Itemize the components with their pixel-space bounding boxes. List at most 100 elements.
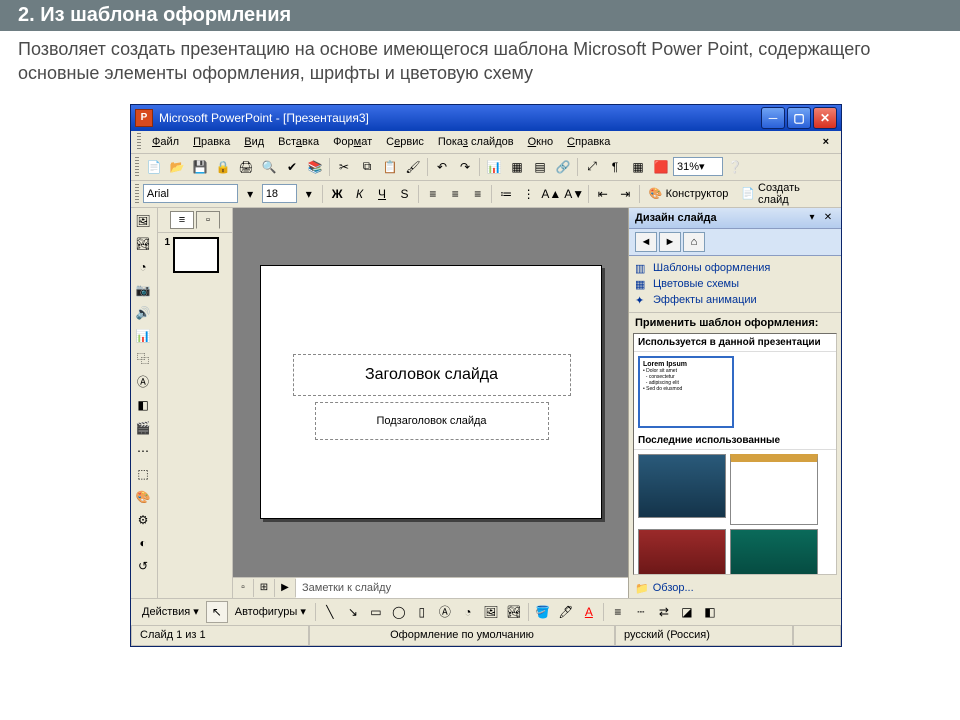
textbox-icon[interactable]: ▯ [411,601,433,623]
grip-handle[interactable] [135,184,139,204]
picture-icon[interactable]: 🏞 [503,601,525,623]
zoom-input[interactable]: 31% ▾ [673,157,723,176]
slide-thumbnail[interactable] [173,237,219,273]
bold-button[interactable]: Ж [326,183,347,205]
browse-link[interactable]: 📁 Обзор... [629,579,841,598]
insert-chart-icon[interactable]: 📊 [132,325,154,347]
notes-pane[interactable]: Заметки к слайду [296,578,628,598]
redo-icon[interactable]: ↷ [454,156,476,178]
italic-button[interactable]: К [349,183,370,205]
bullets-icon[interactable]: ⋮ [518,183,539,205]
grip-handle[interactable] [135,157,139,177]
link-animation[interactable]: ✦Эффекты анимации [635,292,835,308]
status-language[interactable]: русский (Россия) [615,626,793,646]
expand-icon[interactable]: ⤢ [581,156,603,178]
rectangle-icon[interactable]: ▭ [365,601,387,623]
template-thumb-current[interactable]: Lorem Ipsum• Dolor sit amet - consectetu… [638,356,734,428]
title-placeholder[interactable]: Заголовок слайда [293,354,571,396]
transparent-icon[interactable]: ◐ [132,532,154,554]
maximize-button[interactable]: ▢ [787,107,811,129]
compress-icon[interactable]: ⬚ [132,463,154,485]
grid-icon[interactable]: ▦ [627,156,649,178]
line-style-icon[interactable]: ≡ [607,601,629,623]
oval-icon[interactable]: ◯ [388,601,410,623]
new-slide-button[interactable]: 📄 Создать слайд [735,183,837,205]
hyperlink-icon[interactable]: 🔗 [552,156,574,178]
preview-icon[interactable]: 🔍 [258,156,280,178]
increase-indent-icon[interactable]: ⇥ [615,183,636,205]
insert-scan-icon[interactable]: 📷 [132,279,154,301]
link-color-schemes[interactable]: ▦Цветовые схемы [635,276,835,292]
shadow-button[interactable]: S [394,183,415,205]
numbering-icon[interactable]: ≔ [495,183,516,205]
slide-canvas[interactable]: Заголовок слайда Подзаголовок слайда [260,265,602,519]
clipart-icon[interactable]: 🖼 [480,601,502,623]
menu-help[interactable]: Справка [560,134,617,150]
arrow-style-icon[interactable]: ⇄ [653,601,675,623]
tables-borders-icon[interactable]: ▤ [529,156,551,178]
chart-icon[interactable]: 📊 [483,156,505,178]
close-button[interactable]: ✕ [813,107,837,129]
menu-tools[interactable]: Сервис [379,134,431,150]
line-color-icon[interactable]: 🖊 [555,601,577,623]
recolor-icon[interactable]: 🎨 [132,486,154,508]
align-left-icon[interactable]: ≡ [422,183,443,205]
titlebar[interactable]: P Microsoft PowerPoint - [Презентация3] … [131,105,841,131]
insert-clipart-icon[interactable]: 🖼 [132,210,154,232]
decrease-font-icon[interactable]: A▼ [563,183,585,205]
insert-diagram-icon[interactable]: ◔ [132,256,154,278]
shadow-style-icon[interactable]: ◪ [676,601,698,623]
template-thumb[interactable] [638,454,726,518]
3d-style-icon[interactable]: ◧ [699,601,721,623]
menu-view[interactable]: Вид [237,134,271,150]
decrease-indent-icon[interactable]: ⇤ [592,183,613,205]
permission-icon[interactable]: 🔒 [212,156,234,178]
align-center-icon[interactable]: ≡ [445,183,466,205]
research-icon[interactable]: 📚 [304,156,326,178]
open-icon[interactable]: 📂 [166,156,188,178]
menu-window[interactable]: Окно [521,134,561,150]
font-selector[interactable]: Arial [143,184,238,203]
home-icon[interactable]: ⌂ [683,232,705,252]
slide-canvas-area[interactable]: Заголовок слайда Подзаголовок слайда [233,208,628,577]
wordart-icon[interactable]: Ⓐ [434,601,456,623]
undo-icon[interactable]: ↶ [431,156,453,178]
fill-color-icon[interactable]: 🪣 [532,601,554,623]
insert-orgchart-icon[interactable]: ⿻ [132,348,154,370]
font-color-icon[interactable]: A [578,601,600,623]
more-icon[interactable]: ⋯ [132,440,154,462]
insert-wordart-icon[interactable]: Ⓐ [132,371,154,393]
minimize-button[interactable]: ─ [761,107,785,129]
arrow-icon[interactable]: ↘ [342,601,364,623]
select-icon[interactable]: ↖ [206,601,228,623]
forward-icon[interactable]: ► [659,232,681,252]
taskpane-dropdown-icon[interactable]: ▾ [805,211,819,225]
line-icon[interactable]: ╲ [319,601,341,623]
align-right-icon[interactable]: ≡ [467,183,488,205]
insert-object-icon[interactable]: ◧ [132,394,154,416]
show-formatting-icon[interactable]: ¶ [604,156,626,178]
taskpane-close-icon[interactable]: ✕ [821,211,835,225]
insert-movie-icon[interactable]: 🎬 [132,417,154,439]
autoshapes-menu[interactable]: Автофигуры ▾ [229,601,312,623]
menu-edit[interactable]: Правка [186,134,237,150]
dash-style-icon[interactable]: ┄ [630,601,652,623]
grip-handle[interactable] [137,133,141,151]
slideshow-view-icon[interactable]: ▶ [275,579,296,597]
close-document-button[interactable]: × [817,134,835,150]
increase-font-icon[interactable]: A▲ [540,183,562,205]
reset-icon[interactable]: ↺ [132,555,154,577]
menu-slideshow[interactable]: Показ слайдов [431,134,521,150]
paste-icon[interactable]: 📋 [379,156,401,178]
color-icon[interactable]: 🟥 [650,156,672,178]
tab-slides[interactable]: ▫ [196,211,220,229]
spelling-icon[interactable]: ✔ [281,156,303,178]
table-icon[interactable]: ▦ [506,156,528,178]
help-icon[interactable]: ❔ [724,156,746,178]
diagram-icon[interactable]: ◔ [457,601,479,623]
dropdown-icon[interactable]: ▾ [298,183,319,205]
subtitle-placeholder[interactable]: Подзаголовок слайда [315,402,549,440]
menu-format[interactable]: Формат [326,134,379,150]
menu-file[interactable]: Файл [145,134,186,150]
thumbnail-1[interactable]: 1 [160,237,230,273]
